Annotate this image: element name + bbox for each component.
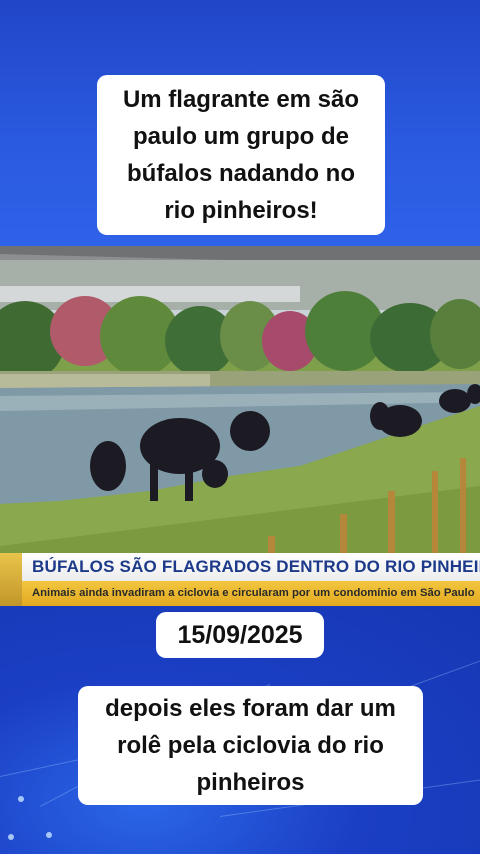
network-dot bbox=[8, 834, 14, 840]
bottom-caption: depois eles foram dar um rolê pela ciclo… bbox=[78, 686, 423, 805]
bottom-caption-line: rolê pela ciclovia do rio bbox=[117, 732, 384, 759]
top-caption-line: Um flagrante em são bbox=[122, 86, 360, 113]
bottom-caption-line: depois eles foram dar um bbox=[105, 695, 396, 722]
bottom-caption-line: pinheiros bbox=[196, 769, 305, 796]
buffalo-scene-image bbox=[0, 246, 480, 606]
news-lower-third: BÚFALOS SÃO FLAGRADOS DENTRO DO RIO PINH… bbox=[0, 553, 480, 606]
video-frame-buffalos bbox=[0, 246, 480, 606]
news-subheadline: Animais ainda invadiram a ciclovia e cir… bbox=[22, 581, 480, 606]
date-caption: 15/09/2025 bbox=[156, 612, 324, 658]
top-caption: Um flagrante em são paulo um grupo de bú… bbox=[97, 75, 385, 235]
top-caption-line: rio pinheiros! bbox=[164, 197, 318, 224]
top-caption-line: paulo um grupo de bbox=[133, 123, 349, 150]
network-dot bbox=[46, 832, 52, 838]
news-logo bbox=[0, 553, 22, 606]
news-headline: BÚFALOS SÃO FLAGRADOS DENTRO DO RIO PINH… bbox=[22, 553, 480, 581]
network-dot bbox=[18, 796, 24, 802]
top-caption-line: búfalos nadando no bbox=[127, 160, 355, 187]
